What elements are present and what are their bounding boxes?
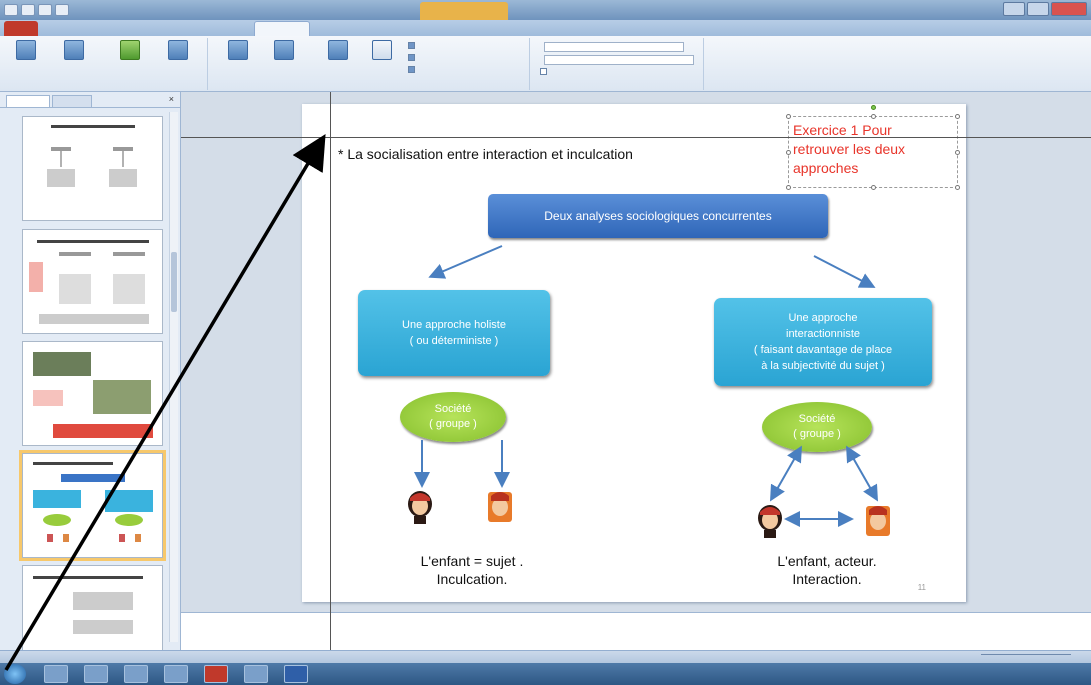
broadcast-slideshow-button[interactable] <box>108 40 152 62</box>
zoom-slider[interactable] <box>981 654 1071 660</box>
slide-number: 11 <box>917 583 926 592</box>
ribbon-tabs <box>0 20 1091 36</box>
tab-design[interactable] <box>118 21 158 36</box>
slide-thumbnail-8[interactable] <box>22 116 163 221</box>
close-button[interactable] <box>1051 2 1087 16</box>
show-media-controls-checkbox[interactable] <box>408 66 415 73</box>
left-caption[interactable]: L'enfant = sujet . Inculcation. <box>402 552 542 588</box>
thumbnail-content <box>47 125 137 187</box>
title-bar <box>0 0 1091 20</box>
timer-icon <box>328 40 348 60</box>
record-icon <box>372 40 392 60</box>
slide-thumbnail-10[interactable] <box>22 341 163 446</box>
play-icon <box>64 40 84 60</box>
close-panel-icon[interactable]: × <box>169 94 174 104</box>
ie-icon[interactable] <box>44 665 68 683</box>
slides-panel-scrollbar[interactable] <box>169 112 178 642</box>
save-icon[interactable] <box>21 4 35 16</box>
right-caption-line-2: Interaction. <box>792 571 862 587</box>
tab-transitions[interactable] <box>158 21 206 36</box>
ribbon <box>0 36 1091 92</box>
media-player-icon[interactable] <box>124 665 148 683</box>
scrollbar-thumb[interactable] <box>171 252 177 312</box>
slides-panel-tabs <box>0 92 180 108</box>
slide-thumbnail-9[interactable] <box>22 229 163 334</box>
custom-slideshow-button[interactable] <box>156 40 200 62</box>
explorer-icon[interactable] <box>84 665 108 683</box>
play-icon <box>16 40 36 60</box>
ribbon-group-start-slideshow <box>0 38 208 90</box>
minimize-button[interactable] <box>1003 2 1025 16</box>
hide-slide-icon <box>274 40 294 60</box>
thumbnail-content <box>29 240 149 324</box>
ribbon-group-setup <box>210 38 530 90</box>
use-timings-checkbox[interactable] <box>408 54 415 61</box>
slides-panel: × <box>0 92 181 670</box>
ribbon-group-monitors <box>534 38 704 90</box>
vertical-guide-line <box>330 92 331 650</box>
tab-slideshow[interactable] <box>254 21 310 36</box>
contextual-tab-header <box>420 2 508 20</box>
status-bar <box>0 650 1091 663</box>
word-icon[interactable] <box>284 665 308 683</box>
tab-file[interactable] <box>4 21 38 36</box>
app-icon[interactable] <box>244 665 268 683</box>
setup-icon <box>228 40 248 60</box>
notes-pane[interactable] <box>181 612 1091 650</box>
rehearse-timings-button[interactable] <box>316 40 360 62</box>
left-caption-line-2: Inculcation. <box>436 571 508 587</box>
from-beginning-button[interactable] <box>4 40 48 62</box>
broadcast-icon <box>120 40 140 60</box>
firefox-icon[interactable] <box>164 665 188 683</box>
custom-show-icon <box>168 40 188 60</box>
powerpoint-icon[interactable] <box>204 665 228 683</box>
tab-outline[interactable] <box>52 95 92 107</box>
right-caption-line-1: L'enfant, acteur. <box>777 553 877 569</box>
windows-taskbar <box>0 663 1091 685</box>
resolution-dropdown[interactable] <box>544 42 684 52</box>
play-narrations-checkbox[interactable] <box>408 42 415 49</box>
tab-review[interactable] <box>310 21 350 36</box>
from-current-slide-button[interactable] <box>52 40 96 62</box>
tab-home[interactable] <box>38 21 76 36</box>
record-slideshow-button[interactable] <box>360 40 404 62</box>
quick-access-toolbar <box>0 4 69 16</box>
tab-view[interactable] <box>350 21 394 36</box>
undo-icon[interactable] <box>38 4 52 16</box>
start-button-icon[interactable] <box>4 664 26 684</box>
slide-canvas[interactable]: * La socialisation entre interaction et … <box>302 104 966 602</box>
hide-slide-button[interactable] <box>262 40 306 62</box>
tab-slides[interactable] <box>6 95 50 107</box>
slide-thumbnail-11[interactable] <box>19 450 166 561</box>
presenter-view-checkbox[interactable] <box>540 68 547 75</box>
app-icon[interactable] <box>4 4 18 16</box>
maximize-button[interactable] <box>1027 2 1049 16</box>
thumbnail-content <box>33 576 143 634</box>
window-controls <box>1003 2 1087 16</box>
right-caption[interactable]: L'enfant, acteur. Interaction. <box>752 552 902 588</box>
setup-slideshow-button[interactable] <box>216 40 260 62</box>
tab-animations[interactable] <box>206 21 254 36</box>
tab-insert[interactable] <box>76 21 118 36</box>
show-on-dropdown[interactable] <box>544 55 694 65</box>
redo-icon[interactable] <box>55 4 69 16</box>
tab-format[interactable] <box>394 21 434 36</box>
left-caption-line-1: L'enfant = sujet . <box>420 553 524 569</box>
thumbnail-content <box>33 462 153 542</box>
thumbnail-content <box>33 352 153 438</box>
horizontal-guide-line <box>181 137 1091 138</box>
connector-arrows <box>414 245 878 527</box>
